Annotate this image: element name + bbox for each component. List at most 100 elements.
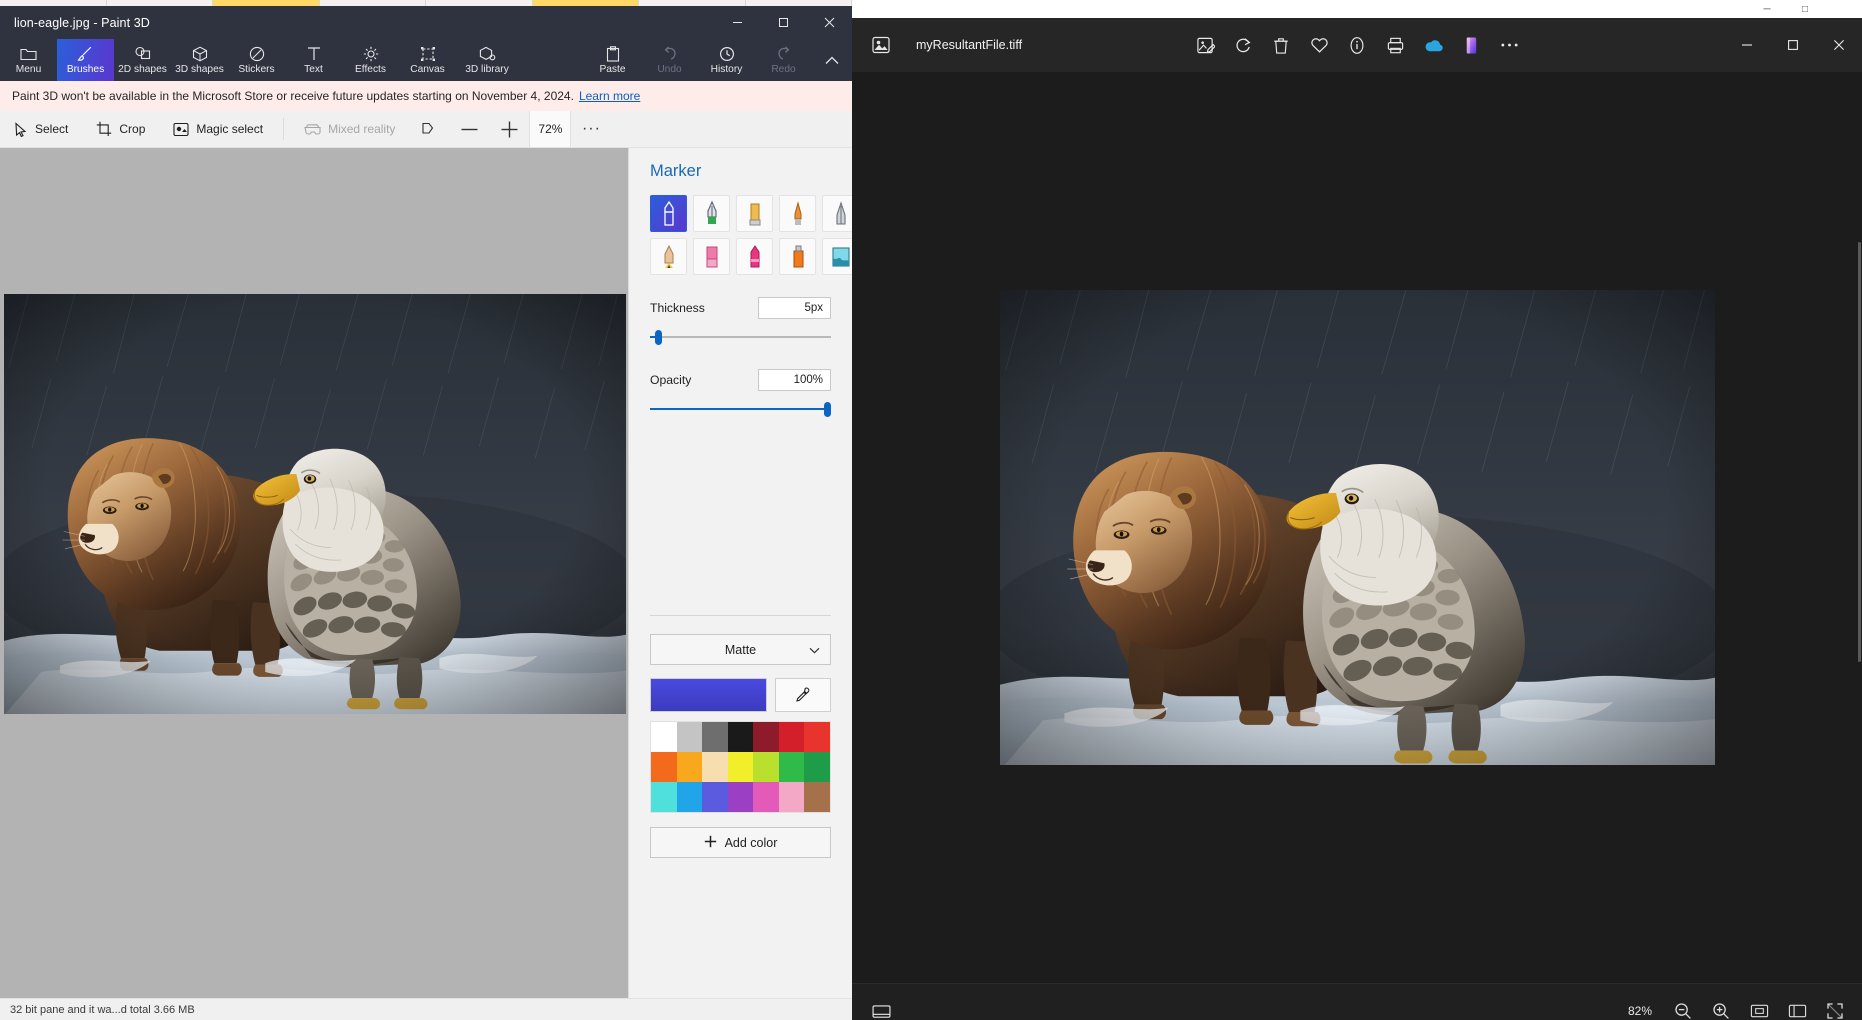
ribbon-item-3d-library[interactable]: 3D library	[456, 39, 518, 81]
actual-size-icon[interactable]	[1780, 996, 1814, 1020]
ribbon-item-3d-shapes[interactable]: 3D shapes	[171, 39, 228, 81]
add-color-button[interactable]: Add color	[650, 827, 831, 858]
brush-marker[interactable]	[650, 195, 687, 232]
tool-crop[interactable]: Crop	[82, 111, 159, 147]
color-swatch[interactable]	[727, 752, 754, 782]
paint3d-canvas-area[interactable]	[0, 148, 628, 1020]
brush-calligraphy-pen[interactable]	[693, 195, 730, 232]
color-swatch[interactable]	[651, 722, 677, 752]
edit-image-icon[interactable]	[1188, 28, 1222, 62]
photos-image-stage[interactable]	[852, 72, 1862, 983]
zoom-out-button[interactable]	[449, 111, 489, 147]
onedrive-icon[interactable]	[1416, 28, 1450, 62]
brush-pencil[interactable]	[650, 238, 687, 275]
current-color-swatch[interactable]	[650, 678, 767, 712]
color-swatch[interactable]	[778, 722, 805, 752]
ribbon-item-menu[interactable]: Menu	[0, 39, 57, 81]
rotate-icon[interactable]	[1226, 28, 1260, 62]
delete-icon[interactable]	[1264, 28, 1298, 62]
brush-grid	[650, 195, 852, 275]
photos-vertical-scroll-thumb[interactable]	[1858, 242, 1861, 662]
zoom-in-icon[interactable]	[1704, 996, 1738, 1020]
ribbon-collapse-button[interactable]	[812, 39, 852, 81]
photos-outer-maximize[interactable]: □	[1786, 0, 1824, 18]
color-swatch[interactable]	[753, 752, 779, 782]
ribbon-item-stickers[interactable]: Stickers	[228, 39, 285, 81]
photos-outer-minimize[interactable]: ─	[1748, 0, 1786, 18]
info-icon[interactable]	[1340, 28, 1374, 62]
paint3d-close-button[interactable]	[806, 6, 852, 39]
ribbon-item-text[interactable]: Text	[285, 39, 342, 81]
photos-maximize-button[interactable]	[1770, 18, 1816, 72]
opacity-value-input[interactable]: 100%	[758, 369, 831, 391]
paint3d-minimize-button[interactable]	[714, 6, 760, 39]
material-select[interactable]: Matte	[650, 634, 831, 665]
more-options-icon[interactable]	[1492, 28, 1526, 62]
color-swatch[interactable]	[753, 782, 779, 812]
color-swatch[interactable]	[804, 782, 830, 812]
photos-zoom-group: 82%	[1628, 996, 1852, 1020]
filmstrip-icon[interactable]	[864, 996, 898, 1020]
brush-oil[interactable]	[736, 195, 773, 232]
tool-more-button[interactable]: ···	[571, 111, 611, 147]
opacity-slider-thumb[interactable]	[824, 402, 831, 417]
color-swatch[interactable]	[804, 752, 830, 782]
color-swatch[interactable]	[804, 722, 830, 752]
canvas-vertical-scrollbar[interactable]	[620, 148, 627, 1020]
photos-close-button[interactable]	[1816, 18, 1862, 72]
ribbon-item-effects[interactable]: Effects	[342, 39, 399, 81]
fullscreen-icon[interactable]	[1818, 996, 1852, 1020]
tool-magic-select-label: Magic select	[196, 122, 264, 136]
color-swatch[interactable]	[753, 722, 779, 752]
eyedropper-button[interactable]	[774, 678, 831, 712]
tool-magic-select[interactable]: Magic select	[159, 111, 277, 147]
thickness-slider-thumb[interactable]	[655, 330, 662, 345]
favorite-icon[interactable]	[1302, 28, 1336, 62]
tool-view-3d-button[interactable]	[409, 111, 449, 147]
color-swatch[interactable]	[676, 752, 703, 782]
color-swatch[interactable]	[727, 722, 754, 752]
paste-icon	[606, 45, 620, 62]
thickness-slider[interactable]	[650, 327, 831, 347]
photos-vertical-scrollbar[interactable]	[1858, 72, 1862, 983]
tool-select[interactable]: Select	[0, 111, 82, 147]
brush-crayon[interactable]	[736, 238, 773, 275]
color-swatch[interactable]	[702, 752, 728, 782]
brush-fill-bucket[interactable]	[822, 238, 852, 275]
mixed-reality-icon	[304, 123, 321, 136]
ribbon-item-paste[interactable]: Paste	[584, 39, 641, 81]
designer-icon[interactable]	[1454, 28, 1488, 62]
color-swatch[interactable]	[702, 722, 728, 752]
print-icon[interactable]	[1378, 28, 1412, 62]
color-swatch[interactable]	[651, 782, 677, 812]
ribbon-item-brushes[interactable]: Brushes	[57, 39, 114, 81]
ribbon-item-canvas[interactable]: Canvas	[399, 39, 456, 81]
brush-pixel-pen[interactable]	[822, 195, 852, 232]
tool-divider	[283, 118, 285, 140]
zoom-level-display[interactable]: 72%	[529, 111, 572, 147]
ribbon-item-history[interactable]: History	[698, 39, 755, 81]
opacity-slider[interactable]	[650, 399, 831, 419]
color-swatch[interactable]	[727, 782, 754, 812]
color-swatch[interactable]	[676, 722, 703, 752]
color-swatch[interactable]	[651, 752, 677, 782]
ribbon-item-2d-shapes[interactable]: 2D shapes	[114, 39, 171, 81]
color-swatch[interactable]	[676, 782, 703, 812]
color-swatch[interactable]	[702, 782, 728, 812]
ribbon-label: Text	[304, 64, 323, 75]
color-swatch[interactable]	[778, 782, 805, 812]
brush-watercolor[interactable]	[779, 195, 816, 232]
brush-eraser[interactable]	[693, 238, 730, 275]
brush-spray-can[interactable]	[779, 238, 816, 275]
thickness-row: Thickness 5px	[650, 297, 831, 319]
fit-to-window-icon[interactable]	[1742, 996, 1776, 1020]
color-swatch[interactable]	[778, 752, 805, 782]
banner-learn-more-link[interactable]: Learn more	[579, 89, 640, 103]
photos-displayed-image[interactable]	[999, 290, 1715, 765]
zoom-out-icon[interactable]	[1666, 996, 1700, 1020]
paint3d-artboard[interactable]	[4, 294, 626, 714]
thickness-value-input[interactable]: 5px	[758, 297, 831, 319]
photos-minimize-button[interactable]	[1724, 18, 1770, 72]
zoom-in-button[interactable]	[489, 111, 529, 147]
paint3d-maximize-button[interactable]	[760, 6, 806, 39]
